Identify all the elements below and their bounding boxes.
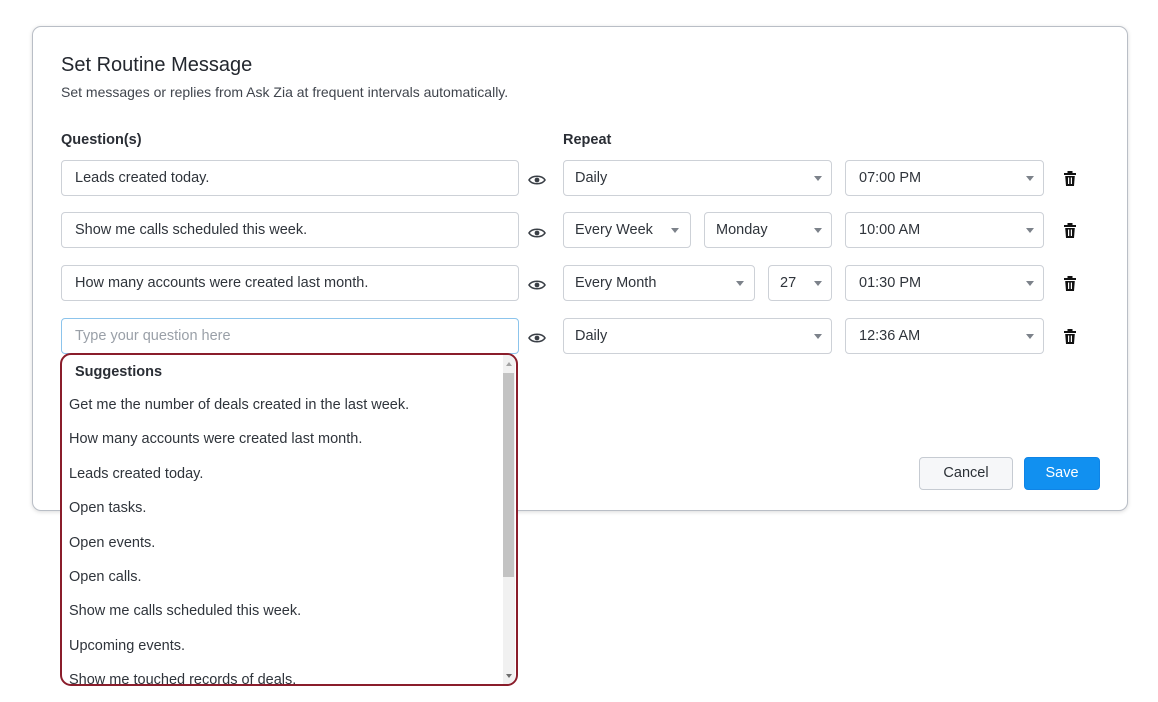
repeat-select[interactable]: Daily	[563, 160, 832, 196]
scrollbar-thumb[interactable]	[503, 373, 514, 577]
scroll-down-arrow-icon[interactable]	[506, 674, 512, 678]
weekday-select[interactable]: Monday	[704, 212, 832, 248]
repeat-select[interactable]: Every Month	[563, 265, 755, 301]
weekday-value: Monday	[716, 222, 768, 238]
trash-icon[interactable]	[1064, 223, 1076, 238]
repeat-value: Daily	[575, 170, 608, 186]
repeat-select[interactable]: Daily	[563, 318, 832, 354]
time-select[interactable]: 01:30 PM	[845, 265, 1044, 301]
caret-down-icon	[736, 281, 744, 286]
repeat-value: Every Week	[575, 222, 653, 238]
repeat-value: Every Month	[575, 275, 657, 291]
caret-down-icon	[1026, 281, 1034, 286]
month-date-value: 27	[780, 275, 797, 291]
caret-down-icon	[1026, 228, 1034, 233]
time-select[interactable]: 10:00 AM	[845, 212, 1044, 248]
question-text: Show me calls scheduled this week.	[75, 222, 308, 238]
save-button[interactable]: Save	[1024, 457, 1100, 490]
time-value: 12:36 AM	[859, 328, 921, 344]
eye-icon[interactable]	[528, 279, 546, 291]
suggestion-item[interactable]: Open calls.	[69, 569, 142, 585]
suggestion-item[interactable]: Upcoming events.	[69, 638, 185, 654]
suggestion-item[interactable]: Get me the number of deals created in th…	[69, 397, 409, 413]
dialog-title: Set Routine Message	[61, 54, 253, 76]
suggestion-item[interactable]: Show me touched records of deals.	[69, 672, 296, 684]
suggestion-item[interactable]: Open events.	[69, 535, 155, 551]
caret-down-icon	[814, 176, 822, 181]
question-text: How many accounts were created last mont…	[75, 275, 369, 291]
question-input-active[interactable]	[61, 318, 519, 354]
suggestion-item[interactable]: Open tasks.	[69, 500, 146, 516]
trash-icon[interactable]	[1064, 171, 1076, 186]
month-date-select[interactable]: 27	[768, 265, 832, 301]
question-input[interactable]: How many accounts were created last mont…	[61, 265, 519, 301]
suggestion-item[interactable]: Leads created today.	[69, 466, 203, 482]
trash-icon[interactable]	[1064, 276, 1076, 291]
suggestion-item[interactable]: How many accounts were created last mont…	[69, 431, 362, 447]
caret-down-icon	[814, 281, 822, 286]
questions-column-label: Question(s)	[61, 132, 142, 148]
time-value: 07:00 PM	[859, 170, 922, 186]
caret-down-icon	[1026, 176, 1034, 181]
trash-icon[interactable]	[1064, 329, 1076, 344]
question-text-input[interactable]	[75, 328, 495, 344]
suggestions-heading: Suggestions	[75, 364, 163, 380]
repeat-column-label: Repeat	[563, 132, 612, 148]
eye-icon[interactable]	[528, 174, 546, 186]
repeat-value: Daily	[575, 328, 608, 344]
question-input[interactable]: Show me calls scheduled this week.	[61, 212, 519, 248]
cancel-button[interactable]: Cancel	[919, 457, 1013, 490]
time-value: 10:00 AM	[859, 222, 921, 238]
time-select[interactable]: 07:00 PM	[845, 160, 1044, 196]
time-value: 01:30 PM	[859, 275, 922, 291]
suggestions-dropdown: Suggestions Get me the number of deals c…	[60, 353, 518, 686]
caret-down-icon	[814, 334, 822, 339]
caret-down-icon	[814, 228, 822, 233]
dialog-subtitle: Set messages or replies from Ask Zia at …	[61, 84, 509, 100]
repeat-select[interactable]: Every Week	[563, 212, 691, 248]
caret-down-icon	[1026, 334, 1034, 339]
question-text: Leads created today.	[75, 170, 210, 186]
scroll-up-arrow-icon[interactable]	[506, 362, 512, 366]
eye-icon[interactable]	[528, 332, 546, 344]
time-select[interactable]: 12:36 AM	[845, 318, 1044, 354]
question-input[interactable]: Leads created today.	[61, 160, 519, 196]
suggestion-item[interactable]: Show me calls scheduled this week.	[69, 603, 301, 619]
eye-icon[interactable]	[528, 227, 546, 239]
caret-down-icon	[671, 228, 679, 233]
